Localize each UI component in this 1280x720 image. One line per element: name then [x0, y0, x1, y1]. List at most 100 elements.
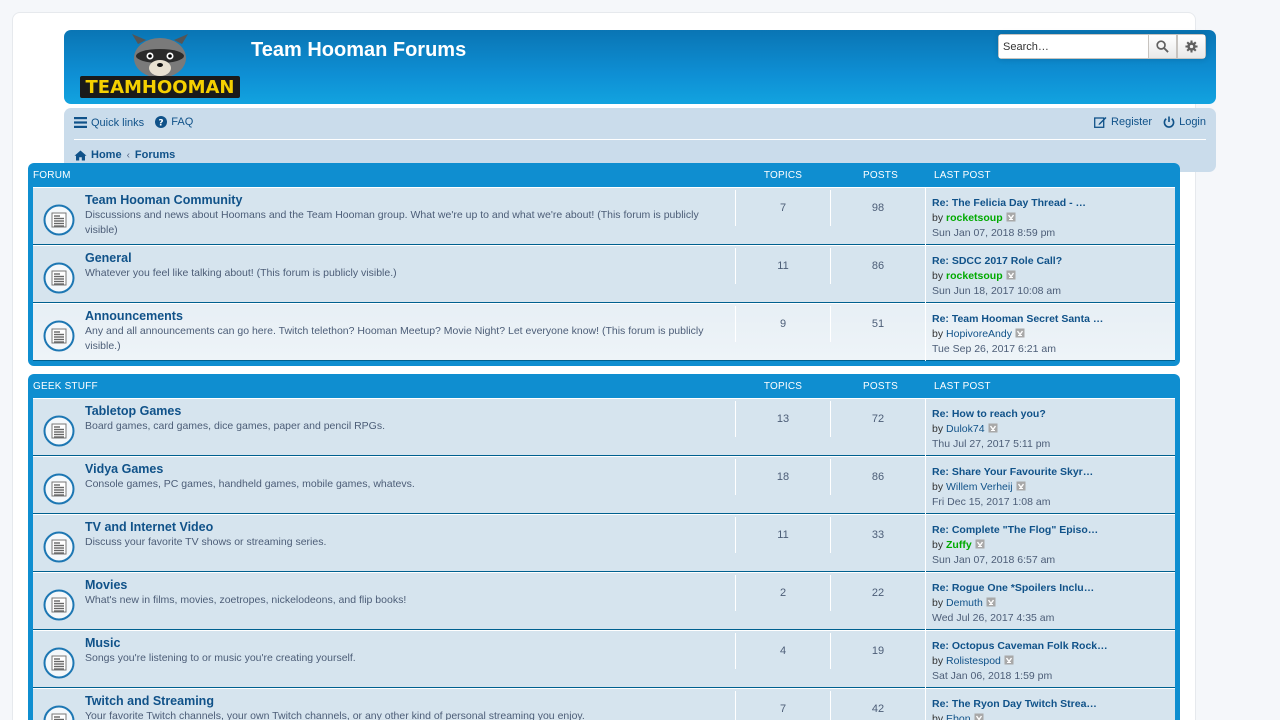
forum-info: Announcements Any and all announcements c…	[85, 308, 730, 354]
forum-row: Music Songs you're listening to or music …	[33, 630, 1175, 688]
last-post-by: by	[932, 270, 944, 282]
faq-link[interactable]: ? FAQ	[155, 116, 193, 128]
last-post-date: Wed Jul 26, 2017 4:35 am	[932, 612, 1055, 624]
forum-info: Movies What's new in films, movies, zoetr…	[85, 577, 730, 608]
forum-posts-count: 86	[830, 459, 925, 495]
view-latest-post-icon[interactable]	[1015, 328, 1025, 338]
view-latest-post-icon[interactable]	[1004, 655, 1014, 665]
last-post-date: Sat Jan 06, 2018 1:59 pm	[932, 670, 1053, 682]
last-post-author-link[interactable]: Ebon	[946, 713, 971, 720]
forum-read-icon	[43, 473, 75, 505]
power-icon	[1163, 116, 1175, 128]
breadcrumb-forums[interactable]: Forums	[135, 149, 175, 161]
forum-title-link[interactable]: Vidya Games	[85, 461, 730, 477]
breadcrumb-home[interactable]: Home	[74, 149, 122, 161]
forum-last-post: Re: The Felicia Day Thread - … by rockets…	[925, 188, 1176, 245]
forum-row: TV and Internet Video Discuss your favori…	[33, 514, 1175, 572]
last-post-author-link[interactable]: rocketsoup	[946, 212, 1003, 224]
forum-title-link[interactable]: Team Hooman Community	[85, 192, 730, 208]
site-title[interactable]: Team Hooman Forums	[251, 39, 466, 62]
last-post-author-link[interactable]: HopivoreAndy	[946, 328, 1012, 340]
edit-icon	[1094, 117, 1107, 128]
forum-title-link[interactable]: Movies	[85, 577, 730, 593]
forum-posts-count: 33	[830, 517, 925, 553]
login-link[interactable]: Login	[1163, 116, 1206, 128]
forum-topics-count: 7	[735, 691, 830, 720]
last-post-by: by	[932, 328, 944, 340]
forum-title-link[interactable]: Music	[85, 635, 730, 651]
last-post-author-link[interactable]: Willem Verheij	[946, 481, 1013, 493]
last-post-by: by	[932, 597, 944, 609]
last-post-title-link[interactable]: Re: Team Hooman Secret Santa …	[932, 312, 1170, 327]
home-icon	[74, 150, 87, 160]
forum-row: Announcements Any and all announcements c…	[33, 303, 1175, 361]
register-label: Register	[1111, 116, 1153, 128]
last-post-title-link[interactable]: Re: The Felicia Day Thread - …	[932, 196, 1170, 211]
last-post-title-link[interactable]: Re: SDCC 2017 Role Call?	[932, 254, 1170, 269]
view-latest-post-icon[interactable]	[974, 713, 984, 720]
view-latest-post-icon[interactable]	[986, 597, 996, 607]
header-bar: TEAMHOOMAN Team Hooman Forums	[64, 30, 1216, 104]
last-post-author-link[interactable]: Zuffy	[946, 539, 972, 551]
forum-title-link[interactable]: General	[85, 250, 730, 266]
view-latest-post-icon[interactable]	[988, 423, 998, 433]
forum-topics-count: 4	[735, 633, 830, 669]
last-post-date: Tue Sep 26, 2017 6:21 am	[932, 343, 1056, 355]
forum-topics-count: 11	[735, 248, 830, 284]
forum-description: Board games, card games, dice games, pap…	[85, 420, 385, 432]
faq-label: FAQ	[171, 116, 194, 128]
view-latest-post-icon[interactable]	[1006, 270, 1016, 280]
col-last-post: Last post	[934, 169, 991, 181]
category-name[interactable]: Geek Stuff	[33, 381, 733, 392]
forum-last-post: Re: Octopus Caveman Folk Rock… by Roliste…	[925, 631, 1176, 688]
last-post-title-link[interactable]: Re: The Ryon Day Twitch Strea…	[932, 697, 1170, 712]
forum-last-post: Re: Share Your Favourite Skyr… by Willem …	[925, 457, 1176, 514]
last-post-title-link[interactable]: Re: How to reach you?	[932, 407, 1170, 422]
forum-last-post: Re: Complete "The Flog" Episo… by Zuffy Su…	[925, 515, 1176, 572]
last-post-author-link[interactable]: Rolistespod	[946, 655, 1001, 667]
forum-info: Tabletop Games Board games, card games, d…	[85, 403, 730, 434]
forum-title-link[interactable]: Twitch and Streaming	[85, 693, 730, 709]
last-post-by: by	[932, 212, 944, 224]
forum-description: Any and all announcements can go here. T…	[85, 325, 704, 352]
breadcrumb-separator: ‹	[126, 149, 130, 161]
last-post-title-link[interactable]: Re: Octopus Caveman Folk Rock…	[932, 639, 1170, 654]
last-post-title-link[interactable]: Re: Share Your Favourite Skyr…	[932, 465, 1170, 480]
forum-description: Whatever you feel like talking about! (T…	[85, 267, 397, 279]
last-post-author-link[interactable]: rocketsoup	[946, 270, 1003, 282]
last-post-title-link[interactable]: Re: Rogue One *Spoilers Inclu…	[932, 581, 1170, 596]
category-name[interactable]: Forum	[33, 170, 733, 181]
gear-icon	[1185, 40, 1198, 53]
forum-topics-count: 18	[735, 459, 830, 495]
forum-last-post: Re: The Ryon Day Twitch Strea… by Ebon	[925, 689, 1176, 720]
col-topics: Topics	[763, 380, 803, 392]
forum-row: Twitch and Streaming Your favorite Twitch…	[33, 688, 1175, 720]
category-block: Geek Stuff Topics Posts Last post Tablet…	[28, 374, 1180, 720]
svg-text:TEAMHOOMAN: TEAMHOOMAN	[86, 77, 235, 98]
forum-row: Tabletop Games Board games, card games, d…	[33, 398, 1175, 456]
last-post-author-link[interactable]: Dulok74	[946, 423, 985, 435]
last-post-date: Sun Jan 07, 2018 6:57 am	[932, 554, 1056, 566]
last-post-date: Sun Jan 07, 2018 8:59 pm	[932, 227, 1056, 239]
forum-posts-count: 98	[830, 190, 925, 226]
view-latest-post-icon[interactable]	[1016, 481, 1026, 491]
last-post-title-link[interactable]: Re: Complete "The Flog" Episo…	[932, 523, 1170, 538]
forum-title-link[interactable]: TV and Internet Video	[85, 519, 730, 535]
forum-last-post: Re: Team Hooman Secret Santa … by Hopivor…	[925, 304, 1176, 361]
last-post-author-link[interactable]: Demuth	[946, 597, 983, 609]
view-latest-post-icon[interactable]	[975, 539, 985, 549]
forum-topics-count: 7	[735, 190, 830, 226]
advanced-search-button[interactable]	[1177, 34, 1206, 59]
category-block: Forum Topics Posts Last post Team Hooman…	[28, 163, 1180, 366]
search-input[interactable]	[998, 34, 1148, 59]
col-posts: Posts	[863, 380, 898, 392]
forum-title-link[interactable]: Announcements	[85, 308, 730, 324]
search-button[interactable]	[1148, 34, 1177, 59]
view-latest-post-icon[interactable]	[1006, 212, 1016, 222]
forum-row: Vidya Games Console games, PC games, hand…	[33, 456, 1175, 514]
col-posts: Posts	[863, 169, 898, 181]
quick-links-menu[interactable]: Quick links	[74, 117, 144, 129]
site-logo[interactable]: TEAMHOOMAN	[80, 34, 240, 98]
forum-title-link[interactable]: Tabletop Games	[85, 403, 730, 419]
register-link[interactable]: Register	[1094, 116, 1152, 128]
